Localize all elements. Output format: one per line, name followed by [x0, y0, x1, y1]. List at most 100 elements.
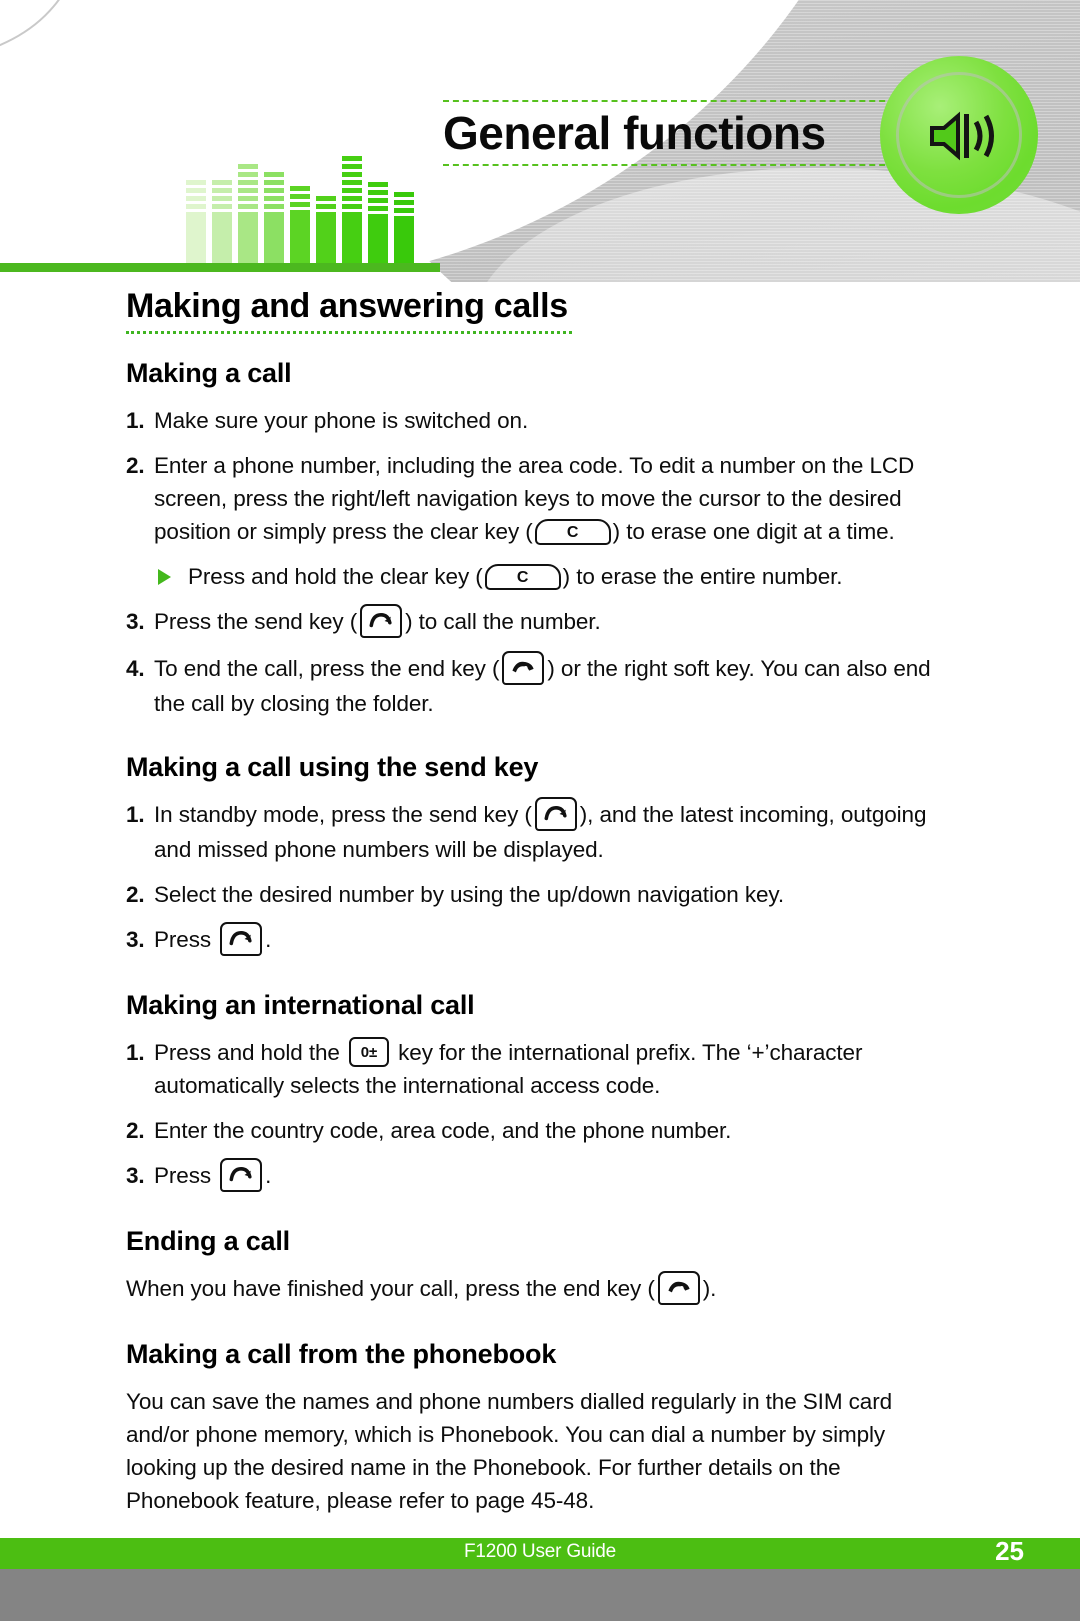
- step-list: 1. In standby mode, press the send key ()…: [126, 797, 954, 958]
- equalizer-segment: [186, 196, 206, 201]
- step-item: 3. Press the send key () to call the numb…: [126, 604, 954, 640]
- equalizer-segment: [264, 172, 284, 177]
- text-run: ) to call the number.: [405, 609, 601, 634]
- text-run: Press: [154, 927, 218, 953]
- content-blocks: Making a call 1. Make sure your phone is s…: [126, 356, 954, 1517]
- equalizer-segment: [342, 204, 362, 209]
- equalizer-segment: [238, 196, 258, 201]
- text-run: ).: [702, 1276, 717, 1302]
- equalizer-segment: [342, 156, 362, 161]
- equalizer-segment: [394, 208, 414, 213]
- send-call-key-icon: [360, 604, 403, 639]
- step-item: 4. To end the call, press the end key () …: [126, 651, 954, 720]
- step-item: 1. Make sure your phone is switched on.: [126, 404, 954, 437]
- page-header: General functions: [0, 0, 1080, 282]
- text-run: Press the send key (: [154, 609, 358, 634]
- body-paragraph: You can save the names and phone numbers…: [126, 1385, 954, 1517]
- triangle-bullet-icon: [158, 569, 171, 585]
- equalizer-segment: [238, 204, 258, 209]
- equalizer-bar: [212, 180, 232, 264]
- equalizer-segment: [368, 198, 388, 203]
- speaker-badge: [880, 56, 1038, 214]
- equalizer-segment: [264, 180, 284, 185]
- subsection-heading: Making a call from the phonebook: [126, 1339, 557, 1370]
- subsection-heading: Making an international call: [126, 990, 475, 1021]
- send-call-key-icon: [220, 1158, 263, 1193]
- equalizer-bar-body: [316, 212, 336, 264]
- section-title-underline: [126, 331, 572, 334]
- equalizer-segment: [238, 164, 258, 169]
- step-number: 1.: [126, 408, 145, 433]
- text-run: When you have finished your call, press …: [126, 1276, 655, 1302]
- step-number: 1.: [126, 802, 145, 828]
- text-run: Press: [154, 1163, 218, 1189]
- end-call-key-icon: [502, 651, 545, 686]
- step-list: 1. Press and hold the 0± key for the inte…: [126, 1036, 954, 1194]
- equalizer-segment: [212, 196, 232, 201]
- equalizer-segment: [186, 204, 206, 209]
- equalizer-segment: [290, 202, 310, 207]
- equalizer-bar: [394, 192, 414, 264]
- subsection-heading: Making a call: [126, 358, 292, 388]
- equalizer-segment: [264, 188, 284, 193]
- sub-bullet-item: Press and hold the clear key (C) to eras…: [126, 560, 954, 593]
- equalizer-bar-body: [368, 214, 388, 264]
- equalizer-bar: [342, 156, 362, 264]
- equalizer-bar-body: [342, 212, 362, 264]
- equalizer-segment: [212, 204, 232, 209]
- equalizer-segment: [342, 164, 362, 169]
- header-dashed-line-bottom: [443, 164, 905, 166]
- equalizer-bar: [186, 180, 206, 264]
- equalizer-segment: [342, 180, 362, 185]
- text-run: You can save the names and phone numbers…: [126, 1389, 892, 1514]
- body-paragraph: When you have finished your call, press …: [126, 1271, 954, 1307]
- equalizer-segment: [264, 204, 284, 209]
- step-item: 2. Enter a phone number, including the ar…: [126, 449, 954, 548]
- equalizer-segment: [368, 190, 388, 195]
- footer-grey-band: [0, 1569, 1080, 1621]
- equalizer-segment: [238, 172, 258, 177]
- step-list: 1. Make sure your phone is switched on. 2.…: [126, 404, 954, 720]
- section-title: Making and answering calls: [126, 287, 568, 325]
- equalizer-segment: [342, 196, 362, 201]
- text-run: Make sure your phone is switched on.: [154, 408, 529, 433]
- step-item: 1. In standby mode, press the send key ()…: [126, 797, 954, 866]
- step-number: 2.: [126, 882, 145, 908]
- text-run: ) to erase one digit at a time.: [612, 519, 895, 544]
- equalizer-bar: [316, 196, 336, 264]
- equalizer-bars-graphic: [186, 154, 414, 264]
- equalizer-bar: [238, 164, 258, 264]
- equalizer-segment: [186, 188, 206, 193]
- equalizer-segment: [290, 186, 310, 191]
- equalizer-segment: [316, 196, 336, 201]
- equalizer-segment: [394, 192, 414, 197]
- header-green-rule: [0, 263, 440, 272]
- step-item: 1. Press and hold the 0± key for the inte…: [126, 1036, 954, 1102]
- subsection-heading: Making a call using the send key: [126, 752, 539, 783]
- equalizer-segment: [394, 200, 414, 205]
- equalizer-segment: [186, 180, 206, 185]
- footer-page-number: 25: [995, 1536, 1024, 1566]
- equalizer-segment: [368, 206, 388, 211]
- equalizer-bar-body: [186, 212, 206, 264]
- text-run: Press and hold the: [154, 1040, 346, 1066]
- equalizer-segment: [342, 188, 362, 193]
- equalizer-segment: [342, 172, 362, 177]
- step-number: 3.: [126, 927, 145, 953]
- clear-key-icon: C: [484, 564, 561, 591]
- text-run: Enter the country code, area code, and t…: [154, 1118, 732, 1144]
- text-run: To end the call, press the end key (: [154, 656, 500, 682]
- footer-bar: F1200 User Guide 25: [0, 1536, 1080, 1569]
- equalizer-segment: [290, 194, 310, 199]
- equalizer-bar-body: [290, 210, 310, 264]
- equalizer-segment: [212, 188, 232, 193]
- step-number: 2.: [126, 1118, 145, 1144]
- equalizer-bar: [264, 172, 284, 264]
- equalizer-segment: [238, 188, 258, 193]
- page-content: Making and answering calls Making a call…: [0, 282, 1080, 1529]
- footer-guide-label: F1200 User Guide: [463, 1541, 617, 1562]
- step-number: 3.: [126, 1163, 145, 1189]
- clear-key-icon: C: [534, 519, 611, 546]
- step-number: 1.: [126, 1040, 145, 1066]
- step-item: 2. Select the desired number by using the…: [126, 878, 954, 911]
